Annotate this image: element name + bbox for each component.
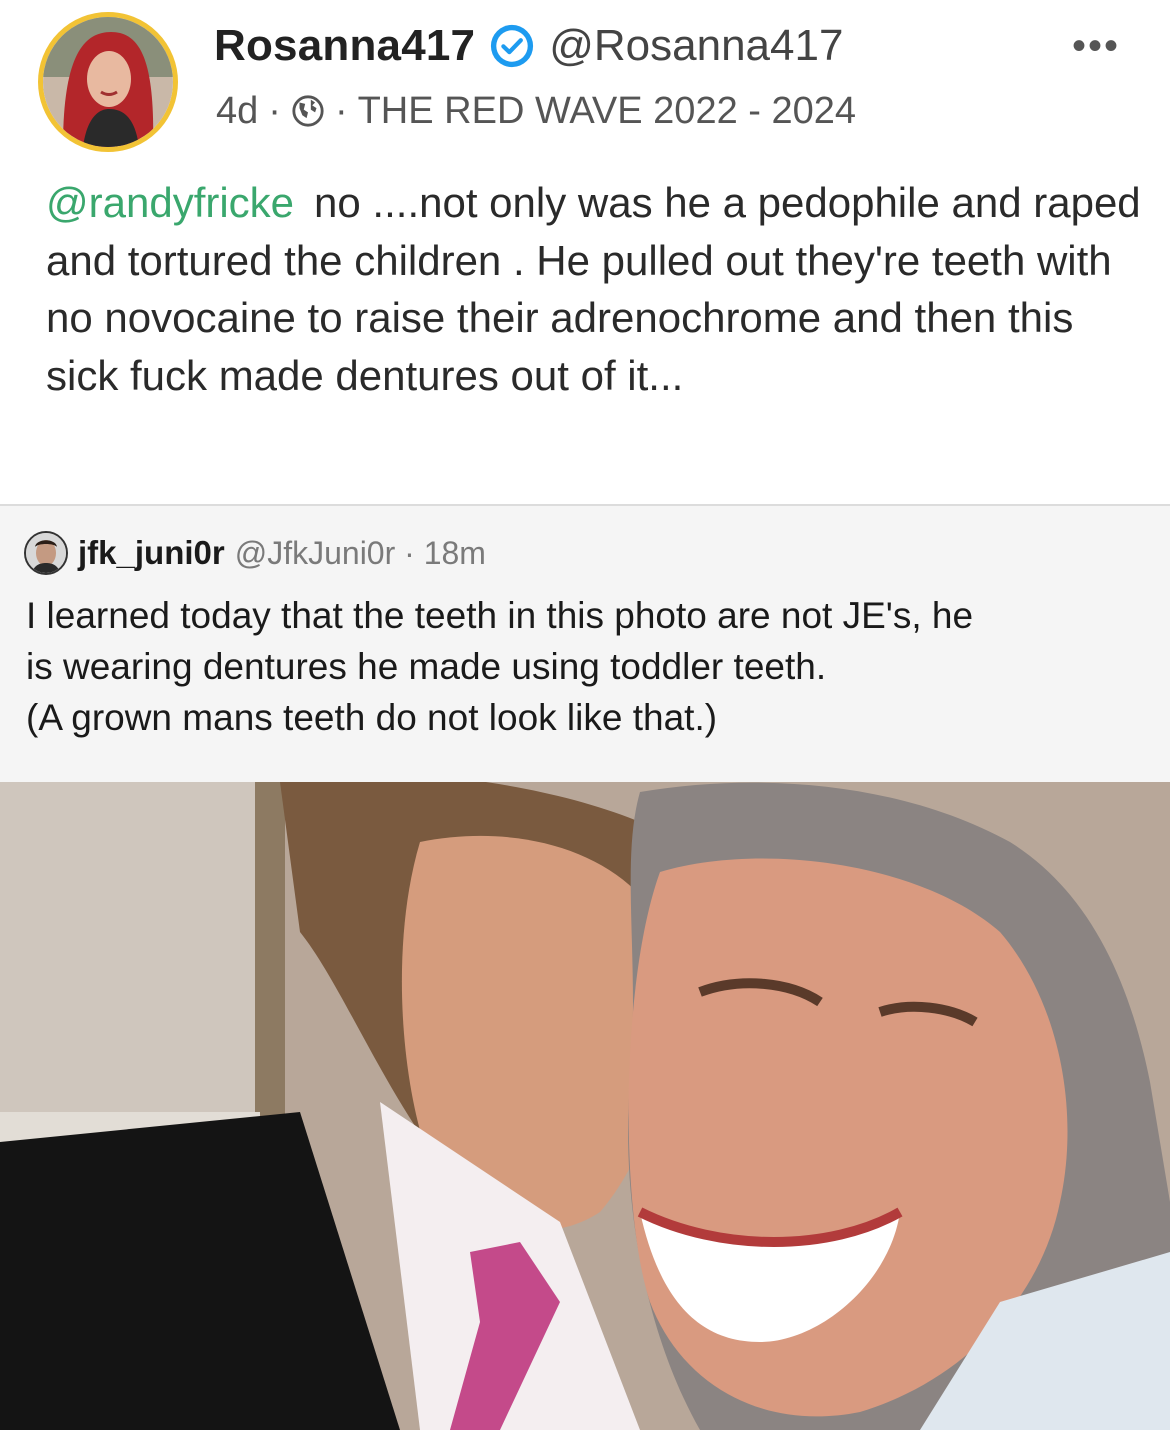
- post-header: Rosanna417 @Rosanna417 ••• 4d · · THE RE…: [0, 0, 1170, 160]
- quoted-post-text: I learned today that the teeth in this p…: [26, 590, 1156, 743]
- author-avatar[interactable]: [38, 12, 178, 152]
- author-avatar-image: [43, 17, 173, 147]
- meta-separator: ·: [268, 89, 281, 132]
- verified-badge-icon: [489, 23, 535, 69]
- quoted-author-name: jfk_juni0r: [78, 534, 225, 571]
- globe-icon: [291, 94, 325, 128]
- quoted-photo[interactable]: [0, 782, 1170, 1430]
- post-body: @randyfricke no ....not only was he a ped…: [46, 174, 1146, 404]
- photo-image: [0, 782, 1170, 1430]
- post-time: 4d: [216, 89, 259, 132]
- mention-link[interactable]: @randyfricke: [46, 179, 294, 226]
- more-options-icon[interactable]: •••: [1072, 26, 1120, 66]
- group-name[interactable]: THE RED WAVE 2022 - 2024: [358, 90, 856, 133]
- quoted-post[interactable]: jfk_juni0r @JfkJuni0r · 18m I learned to…: [0, 504, 1170, 1430]
- quoted-author-handle-time: @JfkJuni0r · 18m: [234, 534, 486, 571]
- author-handle[interactable]: @Rosanna417: [549, 21, 843, 71]
- quoted-text-line: (A grown mans teeth do not look like tha…: [26, 697, 718, 738]
- meta-separator: ·: [334, 89, 348, 132]
- quoted-text-line: I learned today that the teeth in this p…: [26, 595, 974, 636]
- quoted-text-line: is wearing dentures he made using toddle…: [26, 646, 827, 687]
- quoted-author-avatar: [24, 531, 68, 575]
- author-display-name[interactable]: Rosanna417: [214, 21, 475, 71]
